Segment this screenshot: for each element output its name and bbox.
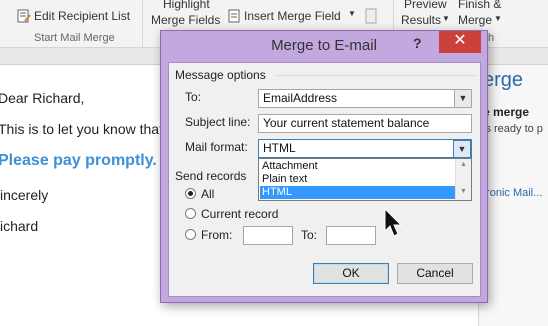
list-item[interactable]: Plain text — [260, 173, 457, 186]
rules-icon[interactable] — [364, 8, 378, 24]
chevron-down-icon[interactable]: ▼ — [348, 9, 356, 18]
to-label: To: — [185, 90, 202, 104]
pane-subtitle: e merge — [483, 105, 530, 119]
divider — [277, 75, 475, 76]
pane-title: erge — [483, 69, 524, 91]
radio-from-label[interactable]: From: — [201, 228, 232, 242]
chevron-down-icon[interactable]: ▼ — [453, 140, 471, 157]
edit-recipient-list-button[interactable]: Edit Recipient List — [34, 9, 130, 23]
to-range-input[interactable] — [326, 226, 376, 245]
send-records-label: Send records — [175, 169, 247, 183]
cancel-button[interactable]: Cancel — [397, 263, 473, 284]
ok-button-label: OK — [342, 266, 360, 280]
ribbon-separator — [142, 0, 143, 47]
radio-all[interactable] — [185, 188, 196, 199]
to-select-value: EmailAddress — [263, 91, 338, 105]
ok-button[interactable]: OK — [313, 263, 389, 284]
mail-format-dropdown-list[interactable]: Attachment Plain text HTML ▲ ▼ — [258, 158, 472, 201]
list-item[interactable]: Attachment — [260, 160, 457, 173]
finish-merge-line1[interactable]: Finish & — [458, 0, 501, 11]
edit-recipient-list-icon — [17, 9, 31, 23]
radio-current-record[interactable] — [185, 208, 196, 219]
cancel-button-label: Cancel — [416, 266, 454, 280]
chevron-down-icon: ▼ — [494, 14, 502, 23]
radio-all-label[interactable]: All — [201, 187, 214, 201]
from-input[interactable] — [243, 226, 293, 245]
to-select[interactable]: EmailAddress ▼ — [258, 89, 472, 108]
radio-selected-dot — [188, 191, 193, 196]
chevron-down-icon: ▼ — [442, 14, 450, 23]
insert-merge-field-button[interactable]: Insert Merge Field — [244, 9, 341, 23]
group-label-finish: h — [488, 32, 495, 44]
mail-format-value: HTML — [263, 141, 296, 155]
dialog-body: Message options To: EmailAddress ▼ Subje… — [168, 62, 481, 297]
merge-to-email-dialog: Merge to E-mail ? ✕ Message options To: … — [160, 30, 488, 303]
subject-line-input[interactable]: Your current statement balance — [258, 114, 472, 133]
pane-text: is ready to p — [483, 123, 543, 135]
subject-line-label: Subject line: — [185, 115, 251, 129]
preview-results-line1[interactable]: Preview — [404, 0, 447, 11]
insert-merge-field-icon — [228, 9, 240, 23]
preview-results-line2[interactable]: Results — [401, 13, 441, 27]
group-label-start-mail-merge: Start Mail Merge — [34, 32, 115, 44]
mouse-pointer-icon — [384, 208, 403, 237]
scrollbar[interactable]: ▲ ▼ — [455, 159, 471, 200]
chevron-up-icon[interactable]: ▲ — [456, 161, 471, 168]
to-range-label: To: — [301, 228, 318, 242]
message-options-label: Message options — [175, 68, 266, 82]
highlight-merge-fields-line1[interactable]: Highlight — [163, 0, 210, 11]
help-button[interactable]: ? — [413, 35, 422, 51]
chevron-down-icon[interactable]: ▼ — [454, 90, 471, 107]
finish-merge-line2[interactable]: Merge — [458, 13, 492, 27]
list-item[interactable]: HTML — [260, 186, 457, 199]
highlight-merge-fields-line2[interactable]: Merge Fields — [151, 13, 220, 27]
electronic-mail-link[interactable]: tronic Mail... — [483, 187, 542, 199]
close-button[interactable]: ✕ — [439, 31, 481, 53]
greeting-text: Dear Richard, — [0, 90, 85, 106]
signature-text: ichard — [0, 218, 39, 234]
chevron-down-icon[interactable]: ▼ — [456, 188, 471, 195]
close-icon: ✕ — [453, 32, 467, 49]
dialog-titlebar[interactable]: Merge to E-mail ? ✕ — [161, 31, 487, 61]
subject-line-value: Your current statement balance — [263, 116, 430, 130]
radio-from[interactable] — [185, 229, 196, 240]
radio-current-record-label[interactable]: Current record — [201, 207, 278, 221]
closing-text: incerely — [0, 187, 49, 203]
mail-merge-pane: erge e merge is ready to p tronic Mail..… — [478, 65, 548, 326]
highlight-text: Please pay promptly. — [0, 152, 157, 169]
mail-format-label: Mail format: — [185, 140, 248, 154]
mail-format-select[interactable]: HTML ▼ — [258, 139, 472, 158]
body-text: This is to let you know that — [0, 121, 163, 137]
